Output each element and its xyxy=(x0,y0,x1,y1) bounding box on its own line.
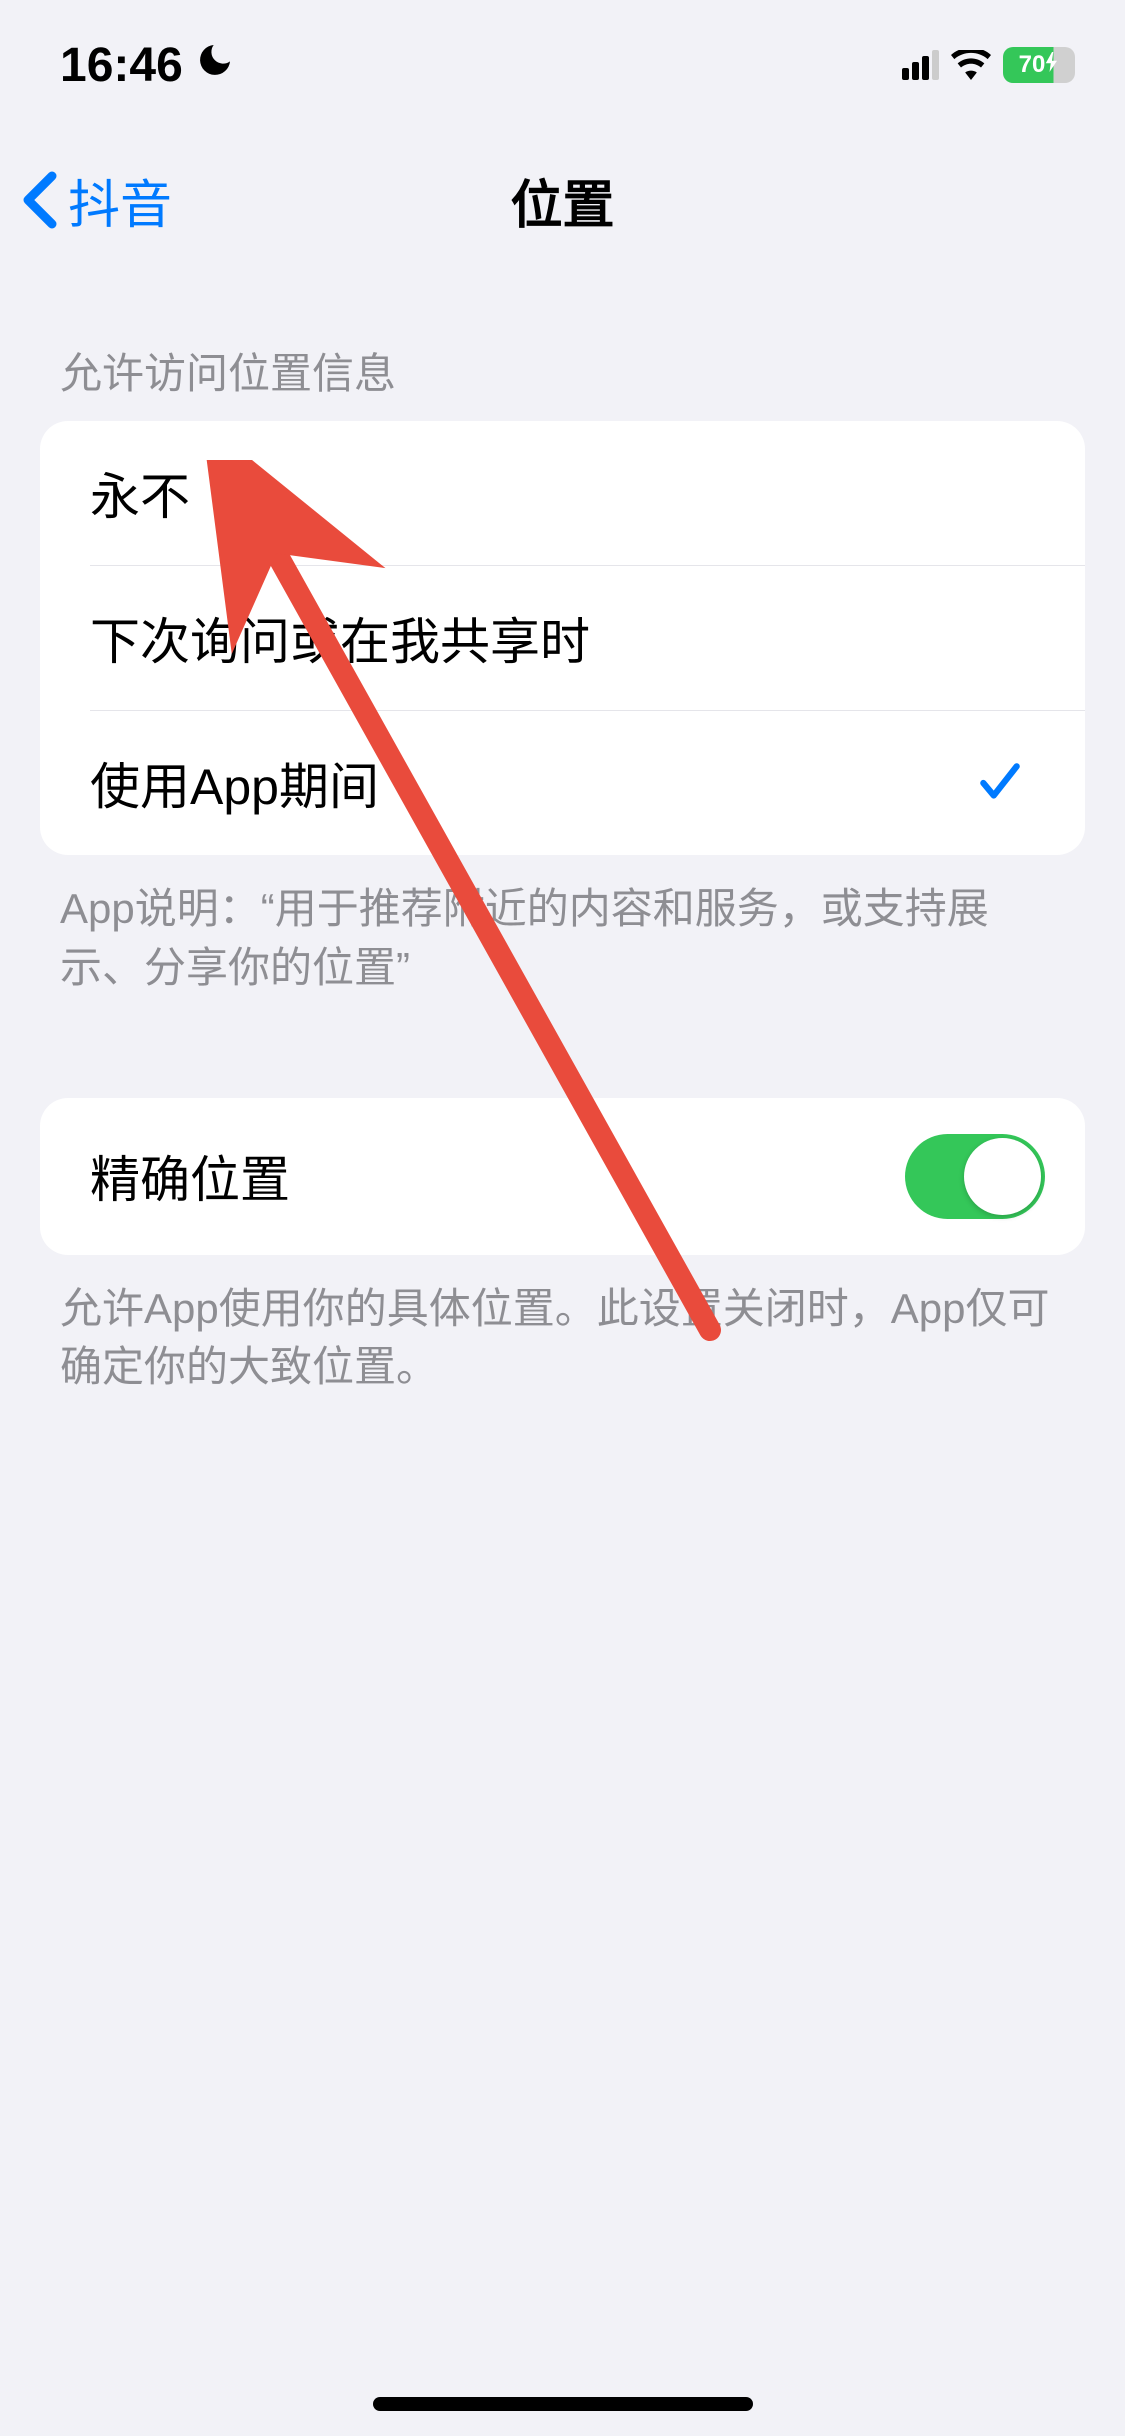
battery-icon: 70 xyxy=(1003,47,1075,83)
option-label: 永不 xyxy=(90,457,190,529)
cellular-signal-icon xyxy=(902,50,939,80)
option-while-using[interactable]: 使用App期间 xyxy=(40,711,1085,855)
home-indicator[interactable] xyxy=(373,2397,753,2411)
charging-bolt-icon xyxy=(1045,52,1059,78)
back-label: 抖音 xyxy=(68,163,172,238)
toggle-knob xyxy=(964,1138,1041,1215)
location-access-footer: App说明：“用于推荐附近的内容和服务，或支持展示、分享你的位置” xyxy=(0,855,1125,998)
precise-location-toggle[interactable] xyxy=(905,1134,1045,1219)
status-left: 16:46 xyxy=(60,38,235,93)
location-access-header: 允许访问位置信息 xyxy=(0,240,1125,421)
precise-location-row[interactable]: 精确位置 xyxy=(40,1098,1085,1255)
chevron-left-icon xyxy=(20,170,60,230)
option-label: 下次询问或在我共享时 xyxy=(90,602,590,674)
page-title: 位置 xyxy=(510,163,614,238)
status-right: 70 xyxy=(902,47,1075,83)
status-time: 16:46 xyxy=(60,38,183,93)
status-bar: 16:46 70 xyxy=(0,0,1125,100)
back-button[interactable]: 抖音 xyxy=(20,163,172,238)
nav-bar: 抖音 位置 xyxy=(0,100,1125,240)
option-ask-next-time[interactable]: 下次询问或在我共享时 xyxy=(40,566,1085,710)
location-access-group: 永不 下次询问或在我共享时 使用App期间 xyxy=(40,421,1085,855)
option-label: 使用App期间 xyxy=(90,747,379,819)
precise-location-group: 精确位置 xyxy=(40,1098,1085,1255)
precise-location-label: 精确位置 xyxy=(90,1140,290,1212)
checkmark-icon xyxy=(975,758,1025,808)
option-never[interactable]: 永不 xyxy=(40,421,1085,565)
wifi-icon xyxy=(951,50,991,80)
precise-location-footer: 允许App使用你的具体位置。此设置关闭时，App仅可确定你的大致位置。 xyxy=(0,1255,1125,1398)
dnd-moon-icon xyxy=(195,40,235,90)
